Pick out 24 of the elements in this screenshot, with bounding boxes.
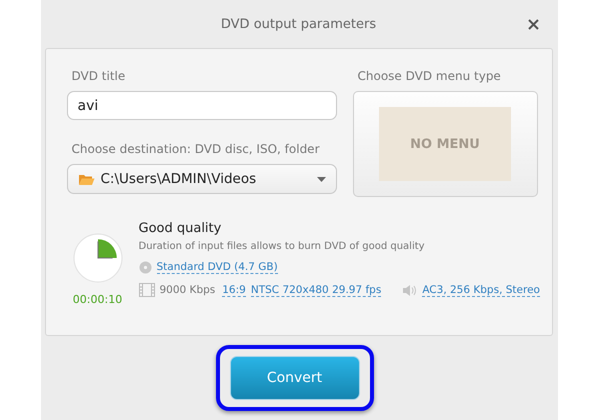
audio-format-link[interactable]: AC3, 256 Kbps, Stereo (422, 284, 540, 296)
quality-title: Good quality (138, 221, 222, 236)
field-label: Choose destination: DVD disc, ISO, folder (70, 142, 320, 156)
video-format-link[interactable]: NTSC 720x480 29.97 fps (250, 284, 382, 296)
destination-dropdown[interactable]: C:\Users\ADMIN\Videos (66, 164, 336, 194)
field-label: Choose DVD menu type (356, 69, 502, 83)
film-icon (138, 283, 154, 297)
duration-text: 00:00:10 (72, 293, 122, 306)
speaker-icon (402, 284, 418, 296)
menu-option[interactable]: NO MENU (379, 107, 511, 181)
window-title: DVD output parameters (220, 16, 376, 32)
close-icon[interactable] (528, 19, 538, 30)
caret-icon (316, 176, 326, 182)
field-label: DVD title (70, 69, 126, 83)
title-field[interactable]: avi (66, 91, 336, 120)
aspect-link[interactable]: 16:9 (222, 284, 246, 296)
menu-type-selector[interactable]: NO MENU (352, 91, 538, 197)
bitrate-text: 9000 Kbps (160, 284, 216, 296)
quality-description: Duration of input files allows to burn DVD of good quality (138, 241, 426, 252)
folder-icon (78, 172, 94, 186)
disc-icon (138, 261, 152, 274)
clock-icon (72, 233, 122, 283)
disc-size-link[interactable]: Standard DVD (4.7 GB) (156, 261, 278, 274)
convert-button[interactable]: Convert (230, 356, 360, 400)
